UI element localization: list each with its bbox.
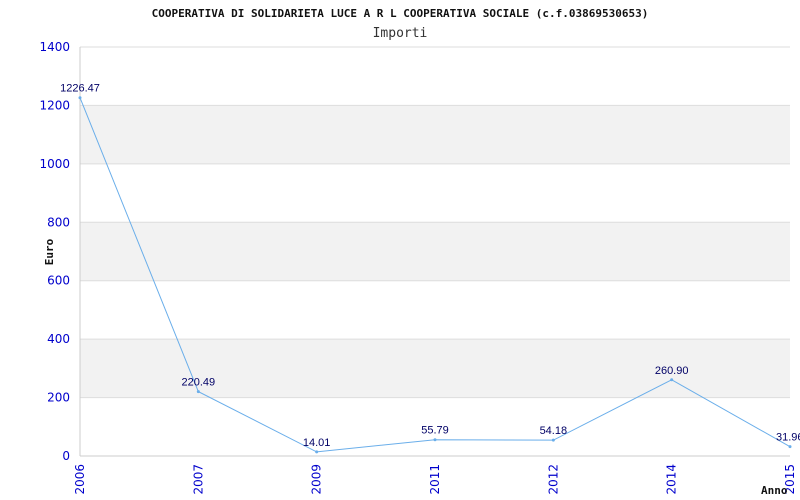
data-point <box>670 378 674 382</box>
y-tick-label: 0 <box>62 449 70 463</box>
plot-band <box>80 105 790 164</box>
line-chart: 0 200 400 600 800 1000 1200 1400 2006 2007 2009 20… <box>39 7 800 497</box>
data-point <box>315 450 319 454</box>
chart-subtitle: Importi <box>373 26 428 41</box>
y-tick-label: 200 <box>47 391 70 405</box>
plot-band <box>80 222 790 281</box>
x-tick-label: 2007 <box>191 464 205 495</box>
y-tick-label: 1400 <box>39 40 70 54</box>
data-point <box>78 96 82 100</box>
x-tick-label: 2014 <box>665 464 679 495</box>
data-point <box>196 390 200 394</box>
data-point <box>433 438 437 442</box>
y-axis-label: Euro <box>43 238 56 265</box>
y-tick-label: 1200 <box>39 98 70 112</box>
data-label: 260.90 <box>655 365 689 377</box>
x-tick-label: 2009 <box>310 464 324 495</box>
data-label: 55.79 <box>421 425 449 437</box>
data-label: 54.18 <box>540 425 568 437</box>
y-tick-label: 600 <box>47 274 70 288</box>
chart-title: COOPERATIVA DI SOLIDARIETA LUCE A R L CO… <box>152 7 649 20</box>
data-label: 220.49 <box>182 377 216 389</box>
data-point <box>788 445 792 449</box>
data-label: 31.96 <box>776 432 800 444</box>
x-tick-label: 2006 <box>73 464 87 495</box>
plot-bands <box>80 105 790 398</box>
y-tick-label: 1000 <box>39 157 70 171</box>
y-tick-label: 400 <box>47 332 70 346</box>
data-label: 1226.47 <box>60 83 100 95</box>
x-tick-labels: 2006 2007 2009 2011 2012 2014 2015 <box>73 464 797 495</box>
data-label: 14.01 <box>303 437 331 449</box>
y-tick-label: 800 <box>47 215 70 229</box>
x-axis-label: Anno <box>761 484 788 497</box>
x-tick-label: 2011 <box>428 464 442 495</box>
data-point <box>551 438 555 442</box>
x-tick-label: 2012 <box>546 464 560 495</box>
